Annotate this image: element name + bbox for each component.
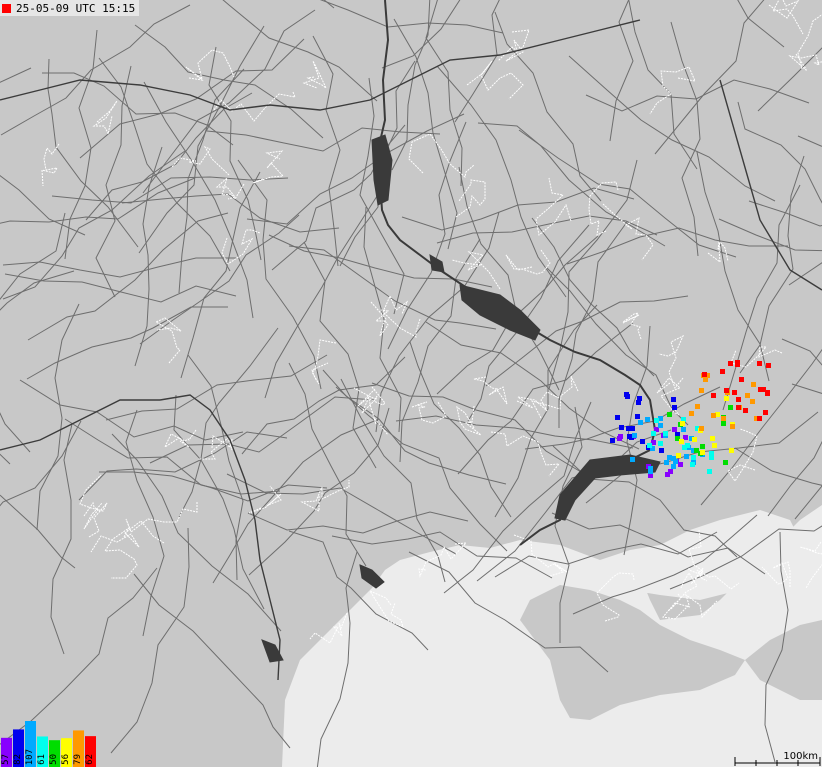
lightning-strike [723, 460, 728, 465]
lightning-strike [757, 416, 762, 421]
lightning-strike [728, 405, 733, 410]
lightning-strike [654, 418, 659, 423]
lightning-strike [765, 391, 770, 396]
lightning-strike [615, 415, 620, 420]
lightning-strike [671, 397, 676, 402]
lightning-strike [647, 443, 652, 448]
lightning-strike [610, 438, 615, 443]
lightning-strike [730, 424, 735, 429]
lightning-strike [640, 439, 645, 444]
lightning-strike [681, 427, 686, 432]
lightning-strike [695, 404, 700, 409]
timestamp-text: 25-05-09 UTC 15:15 [16, 1, 136, 15]
lightning-strike [703, 377, 708, 382]
legend-count-label: 79 [73, 754, 83, 765]
legend-count-label: 61 [37, 754, 47, 765]
lightning-strike [667, 455, 672, 460]
lightning-strike [636, 400, 641, 405]
lightning-strike [667, 412, 672, 417]
lightning-strike [685, 443, 690, 448]
lightning-strike [659, 448, 664, 453]
lightning-strike [625, 394, 630, 399]
timestamp-box: 25-05-09 UTC 15:15 [0, 0, 140, 16]
lightning-strike [630, 457, 635, 462]
lightning-strike [750, 399, 755, 404]
lightning-strike [663, 431, 668, 436]
legend-count-label: 62 [85, 754, 95, 765]
lightning-strike [751, 382, 756, 387]
lightning-strike [638, 420, 643, 425]
lightning-strike [664, 460, 669, 465]
legend-labels: 57 82 107 61 50 56 79 62 [0, 719, 100, 767]
lightning-strike [689, 411, 694, 416]
lightning-strike [671, 464, 676, 469]
lightning-strike [707, 469, 712, 474]
lightning-strike [766, 363, 771, 368]
lightning-strike [739, 377, 744, 382]
lightning-strike [724, 388, 729, 393]
lightning-strike [736, 405, 741, 410]
legend-count-label: 56 [61, 754, 71, 765]
lightning-strike [702, 372, 707, 377]
lightning-strike [732, 390, 737, 395]
lightning-strike [691, 455, 696, 460]
timestamp-marker-icon [2, 3, 11, 13]
lightning-strike [651, 431, 656, 436]
lightning-strike [736, 397, 741, 402]
lightning-strike [684, 454, 689, 459]
lightning-strike [729, 448, 734, 453]
legend-count-label: 57 [1, 754, 11, 765]
lightning-strike [632, 433, 637, 438]
lightning-strike [700, 450, 705, 455]
lightning-strike [679, 439, 684, 444]
lightning-strike [721, 416, 726, 421]
lightning-strike [711, 393, 716, 398]
lightning-strike [658, 423, 663, 428]
lightning-strike [743, 408, 748, 413]
lightning-strike [678, 462, 683, 467]
lightning-strike [694, 448, 699, 453]
lightning-strike [724, 396, 729, 401]
lightning-strike [711, 413, 716, 418]
lightning-strike [721, 421, 726, 426]
lightning-strike [676, 453, 681, 458]
legend-count-label: 82 [13, 754, 23, 765]
lightning-strike [720, 369, 725, 374]
lightning-map [0, 0, 822, 767]
lightning-strike [745, 393, 750, 398]
lightning-strike [757, 361, 762, 366]
lightning-strike [672, 405, 677, 410]
legend-count-label: 107 [25, 748, 35, 765]
lightning-strike [668, 469, 673, 474]
lightning-strike [690, 462, 695, 467]
lightning-strike [728, 361, 733, 366]
lightning-strike [630, 426, 635, 431]
lightning-strike [645, 417, 650, 422]
legend-count-label: 50 [49, 754, 59, 765]
lightning-strike [709, 451, 714, 456]
lightning-strike [658, 441, 663, 446]
lightning-strike [672, 427, 677, 432]
lightning-strike [763, 410, 768, 415]
scale-label: 100km [783, 751, 818, 762]
lightning-strike [735, 362, 740, 367]
lightning-strike [635, 414, 640, 419]
lightning-strike [619, 425, 624, 430]
lightning-strike [712, 443, 717, 448]
lightning-strike [680, 421, 685, 426]
lightning-strike [699, 388, 704, 393]
lightning-strike [617, 436, 622, 441]
lightning-strike [700, 444, 705, 449]
lightning-strike [710, 436, 715, 441]
lightning-strike [699, 426, 704, 431]
lightning-strike [648, 466, 653, 471]
lightning-strike [692, 437, 697, 442]
scale: 100km [712, 749, 822, 767]
